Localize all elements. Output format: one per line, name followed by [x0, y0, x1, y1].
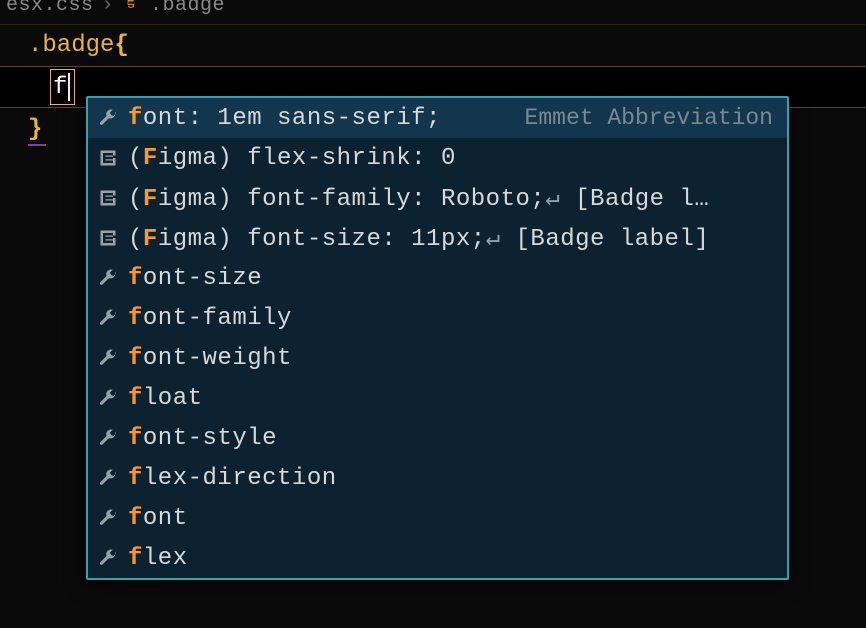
suggestion-label: font: [128, 505, 188, 532]
wrench-icon: [96, 108, 120, 128]
text-cursor: [68, 73, 70, 101]
suggestion-label: (Figma) font-family: Roboto;↵ [Badge l…: [128, 183, 709, 213]
suggestion-item[interactable]: float: [88, 378, 787, 418]
open-brace: {: [114, 32, 128, 59]
suggestion-item[interactable]: font-style: [88, 418, 787, 458]
wrench-icon: [96, 308, 120, 328]
wrench-icon: [96, 348, 120, 368]
breadcrumb[interactable]: esx.css › .badge: [0, 0, 225, 17]
suggestion-item[interactable]: font-family: [88, 298, 787, 338]
suggestion-label: font: 1em sans-serif;: [128, 105, 441, 132]
typed-text: f: [53, 74, 67, 101]
wrench-icon: [96, 388, 120, 408]
suggestion-label: font-family: [128, 305, 292, 332]
css-selector: .badge: [28, 32, 114, 59]
close-brace: }: [28, 116, 42, 143]
snippet-icon: [96, 188, 120, 208]
suggestion-item[interactable]: (Figma) flex-shrink: 0: [88, 138, 787, 178]
wrench-icon: [96, 508, 120, 528]
suggestion-item[interactable]: flex-direction: [88, 458, 787, 498]
suggestion-item[interactable]: font: 1em sans-serif; Emmet Abbreviation: [88, 98, 787, 138]
suggestion-label: font-size: [128, 265, 262, 292]
wrench-icon: [96, 428, 120, 448]
css-rule-icon: [122, 0, 140, 15]
suggestion-item[interactable]: font-weight: [88, 338, 787, 378]
suggestion-label: font-weight: [128, 345, 292, 372]
typed-token[interactable]: f: [50, 69, 75, 105]
suggestion-label: (Figma) font-size: 11px;↵ [Badge label]: [128, 223, 709, 253]
snippet-icon: [96, 228, 120, 248]
code-line[interactable]: .badge{: [0, 24, 866, 66]
autocomplete-popup[interactable]: font: 1em sans-serif; Emmet Abbreviation (…: [86, 96, 789, 580]
lint-underline: [28, 144, 46, 146]
breadcrumb-symbol[interactable]: .badge: [150, 0, 225, 17]
breadcrumb-file[interactable]: esx.css: [6, 0, 94, 17]
wrench-icon: [96, 548, 120, 568]
suggestion-item[interactable]: font: [88, 498, 787, 538]
suggestion-label: float: [128, 385, 203, 412]
suggestion-item[interactable]: font-size: [88, 258, 787, 298]
suggestion-label: flex: [128, 545, 188, 572]
suggestion-item[interactable]: flex: [88, 538, 787, 578]
suggestion-label: (Figma) flex-shrink: 0: [128, 145, 456, 172]
suggestion-label: flex-direction: [128, 465, 337, 492]
suggestion-item[interactable]: (Figma) font-family: Roboto;↵ [Badge l…: [88, 178, 787, 218]
snippet-icon: [96, 148, 120, 168]
suggestion-hint: Emmet Abbreviation: [525, 105, 773, 131]
suggestion-label: font-style: [128, 425, 277, 452]
wrench-icon: [96, 468, 120, 488]
wrench-icon: [96, 268, 120, 288]
breadcrumb-separator: ›: [102, 0, 115, 17]
suggestion-item[interactable]: (Figma) font-size: 11px;↵ [Badge label]: [88, 218, 787, 258]
